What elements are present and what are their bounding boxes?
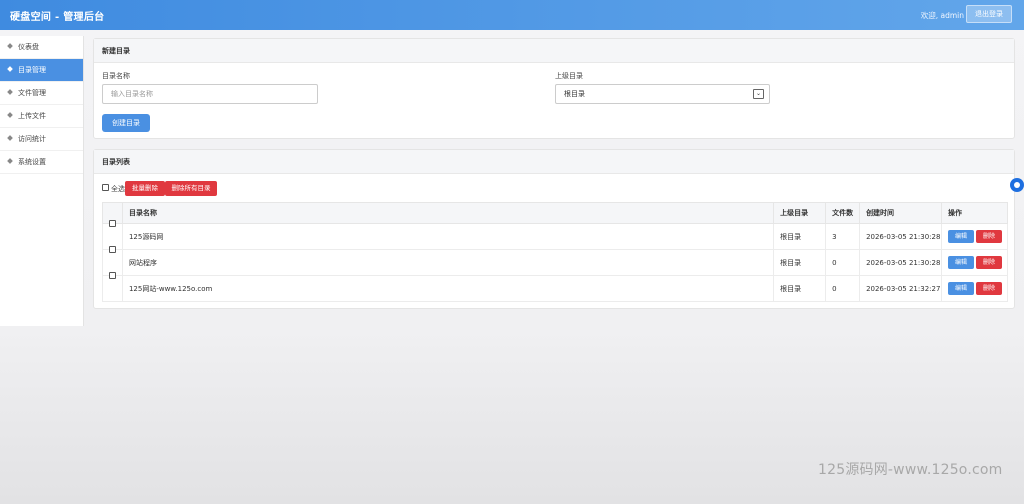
row-created: 2026-03-05 21:32:27 <box>859 275 942 302</box>
column-header-name: 目录名称 <box>121 202 775 224</box>
row-name: 网站程序 <box>121 249 775 276</box>
row-parent: 根目录 <box>773 249 827 276</box>
row-count: 0 <box>825 249 861 276</box>
panel-title: 新建目录 <box>94 39 1014 63</box>
table-row: 网站程序 根目录 0 2026-03-05 21:30:28 编辑 删除 <box>102 246 1008 276</box>
row-created: 2026-03-05 21:30:28 <box>859 223 942 250</box>
edit-button[interactable]: 编辑 <box>948 230 974 243</box>
create-directory-button[interactable]: 创建目录 <box>102 114 150 132</box>
row-checkbox[interactable] <box>109 220 116 227</box>
row-actions: 编辑 删除 <box>941 275 1008 302</box>
app-title: 硬盘空间 - 管理后台 <box>10 12 105 23</box>
column-header-parent: 上级目录 <box>773 202 827 224</box>
row-count: 0 <box>825 275 861 302</box>
batch-delete-button[interactable]: 批量删除 <box>125 181 165 196</box>
row-parent: 根目录 <box>773 223 827 250</box>
sidebar-item-label: 文件管理 <box>18 89 46 97</box>
select-all-checkbox[interactable] <box>102 184 109 191</box>
sidebar: 仪表盘 目录管理 文件管理 上传文件 访问统计 系统设置 <box>0 36 84 326</box>
row-name: 125网站-www.125o.com <box>121 275 775 302</box>
sidebar-item-dashboard[interactable]: 仪表盘 <box>0 36 83 59</box>
panel-title: 目录列表 <box>94 150 1014 174</box>
create-directory-panel: 新建目录 目录名称 输入目录名称 上级目录 根目录 ⌄ 创建目录 <box>93 38 1015 139</box>
table-row: 125源码网 根目录 3 2026-03-05 21:30:28 编辑 删除 <box>102 220 1008 250</box>
delete-button[interactable]: 删除 <box>976 230 1002 243</box>
edit-button[interactable]: 编辑 <box>948 282 974 295</box>
logout-button[interactable]: 退出登录 <box>966 5 1012 23</box>
diamond-icon <box>7 135 13 141</box>
diamond-icon <box>7 43 13 49</box>
chevron-down-icon: ⌄ <box>753 89 764 99</box>
directory-name-input[interactable]: 输入目录名称 <box>102 84 318 104</box>
row-count: 3 <box>825 223 861 250</box>
row-check-cell <box>102 272 123 302</box>
row-checkbox[interactable] <box>109 272 116 279</box>
sidebar-item-stats[interactable]: 访问统计 <box>0 128 83 151</box>
row-parent: 根目录 <box>773 275 827 302</box>
directory-list-panel: 目录列表 全选 批量删除 删除所有目录 目录名称 上级目录 文件数 创建时间 操… <box>93 149 1015 309</box>
diamond-icon <box>7 112 13 118</box>
delete-button[interactable]: 删除 <box>976 256 1002 269</box>
diamond-icon <box>7 66 13 72</box>
column-header-actions: 操作 <box>941 202 1008 224</box>
edit-button[interactable]: 编辑 <box>948 256 974 269</box>
sidebar-item-upload[interactable]: 上传文件 <box>0 105 83 128</box>
column-header-created: 创建时间 <box>859 202 942 224</box>
row-name: 125源码网 <box>121 223 775 250</box>
sidebar-item-label: 目录管理 <box>18 66 46 74</box>
row-checkbox[interactable] <box>109 246 116 253</box>
welcome-text: 欢迎, admin <box>920 11 964 20</box>
delete-button[interactable]: 删除 <box>976 282 1002 295</box>
directory-name-label: 目录名称 <box>102 72 130 80</box>
sidebar-item-settings[interactable]: 系统设置 <box>0 151 83 174</box>
row-actions: 编辑 删除 <box>941 249 1008 276</box>
top-bar: 硬盘空间 - 管理后台 欢迎, admin 退出登录 <box>0 0 1024 30</box>
table-row: 125网站-www.125o.com 根目录 0 2026-03-05 21:3… <box>102 272 1008 302</box>
sidebar-item-label: 上传文件 <box>18 112 46 120</box>
parent-directory-value: 根目录 <box>564 90 585 98</box>
delete-all-button[interactable]: 删除所有目录 <box>165 181 217 196</box>
directory-table: 目录名称 上级目录 文件数 创建时间 操作 125源码网 根目录 3 2026-… <box>102 202 1008 302</box>
sidebar-item-label: 系统设置 <box>18 158 46 166</box>
row-created: 2026-03-05 21:30:28 <box>859 249 942 276</box>
select-all-label: 全选 <box>111 185 125 193</box>
parent-directory-label: 上级目录 <box>555 72 583 80</box>
sidebar-item-directories[interactable]: 目录管理 <box>0 59 83 82</box>
sidebar-item-files[interactable]: 文件管理 <box>0 82 83 105</box>
floating-chat-icon[interactable] <box>1010 178 1024 192</box>
parent-directory-select[interactable]: 根目录 ⌄ <box>555 84 770 104</box>
column-header-count: 文件数 <box>825 202 861 224</box>
watermark: 125源码网-www.125o.com <box>818 462 1003 478</box>
sidebar-item-label: 访问统计 <box>18 135 46 143</box>
row-actions: 编辑 删除 <box>941 223 1008 250</box>
table-header-row: 目录名称 上级目录 文件数 创建时间 操作 <box>102 202 1008 224</box>
diamond-icon <box>7 158 13 164</box>
sidebar-item-label: 仪表盘 <box>18 43 39 51</box>
diamond-icon <box>7 89 13 95</box>
